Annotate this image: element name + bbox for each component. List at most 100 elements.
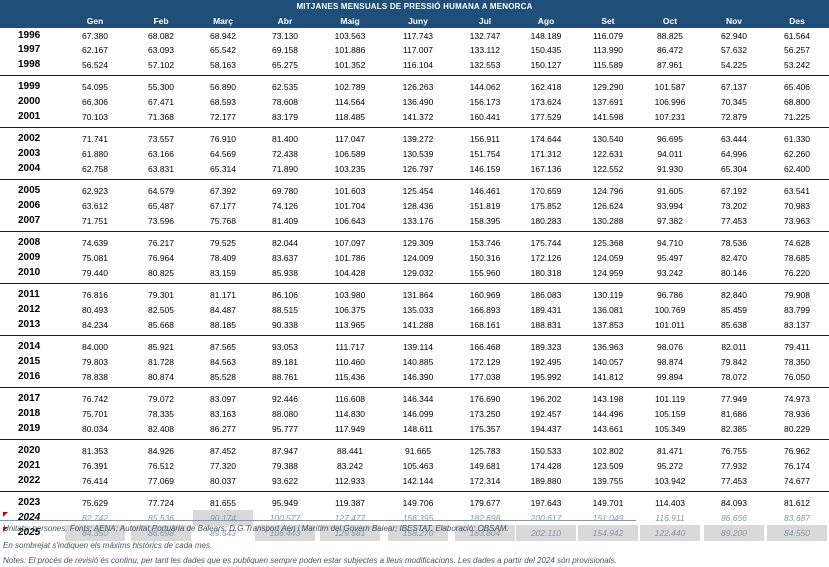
value-cell: 63.831 — [148, 164, 174, 174]
value-cell: 180.318 — [530, 268, 562, 278]
table-row: 2001 70.103 71.368 72.177 83.179 118.485 141.3… — [0, 109, 829, 125]
value-cell: 62.923 — [82, 186, 108, 196]
value-cell: 75.768 — [210, 216, 236, 226]
value-cell: 151.754 — [469, 149, 501, 159]
value-cell: 137.853 — [592, 320, 624, 330]
value-cell: 72.438 — [272, 149, 298, 159]
value-cell: 74.126 — [272, 201, 298, 211]
table-row: 2016 78.838 80.874 85.528 88.761 115.436 146.3… — [0, 369, 829, 385]
table-row: 1999 54.095 55.300 56.890 62.535 102.789 126.2… — [0, 79, 829, 95]
value-cell: 175.357 — [469, 424, 501, 434]
value-cell: 85.638 — [721, 320, 747, 330]
month-header-10: Oct — [662, 16, 678, 26]
value-cell: 141.372 — [402, 112, 434, 122]
value-cell: 155.960 — [469, 268, 501, 278]
value-cell: 101.603 — [334, 186, 366, 196]
value-cell: 151.049 — [592, 513, 624, 523]
value-cell: 57.102 — [148, 60, 174, 70]
value-cell: 162.418 — [530, 82, 562, 92]
value-cell: 129.032 — [402, 268, 434, 278]
value-cell: 84.550 — [767, 525, 827, 541]
value-cell: 139.114 — [402, 342, 434, 352]
value-cell: 202.110 — [516, 525, 576, 541]
value-cell: 56.890 — [210, 82, 236, 92]
value-cell: 76.742 — [82, 394, 108, 404]
value-cell: 91.665 — [405, 446, 431, 456]
table-row: 2017 76.742 79.072 83.097 92.446 116.608 146.3… — [0, 391, 829, 407]
value-cell: 63.166 — [148, 149, 174, 159]
value-cell: 74.628 — [784, 238, 810, 248]
table-row: 2009 75.081 76.964 78.409 83.637 101.786 124.0… — [0, 250, 829, 266]
value-cell: 149.681 — [469, 461, 501, 471]
value-cell: 125.368 — [592, 238, 624, 248]
value-cell: 55.300 — [148, 82, 174, 92]
value-cell: 63.612 — [82, 201, 108, 211]
value-cell: 76.910 — [210, 134, 236, 144]
value-cell: 62.400 — [784, 164, 810, 174]
value-cell: 68.800 — [784, 97, 810, 107]
value-cell: 58.163 — [210, 60, 236, 70]
value-cell: 118.485 — [334, 112, 366, 122]
value-cell: 119.387 — [334, 498, 366, 508]
value-cell: 81.686 — [721, 409, 747, 419]
value-cell: 171.312 — [530, 149, 562, 159]
value-cell: 79.301 — [148, 290, 174, 300]
value-cell: 82.408 — [148, 424, 174, 434]
table-row: 2015 79.803 81.728 84.563 89.181 110.460 140.8… — [0, 354, 829, 370]
value-cell: 126.263 — [402, 82, 434, 92]
value-cell: 117.949 — [334, 424, 366, 434]
value-cell: 62.260 — [784, 149, 810, 159]
value-cell: 76.816 — [82, 290, 108, 300]
value-cell: 130.288 — [592, 216, 624, 226]
value-cell: 65.314 — [210, 164, 236, 174]
value-cell: 177.038 — [469, 372, 501, 382]
month-header-4: Abr — [277, 16, 293, 26]
value-cell: 113.965 — [334, 320, 366, 330]
table-row: 2006 63.612 65.487 67.177 74.126 101.704 128.4… — [0, 198, 829, 214]
value-cell: 113.990 — [592, 45, 624, 55]
value-cell: 100.769 — [654, 305, 686, 315]
year-label: 2000 — [18, 96, 41, 107]
table-title: MITJANES MENSUALS DE PRESSIÓ HUMANA A ME… — [0, 0, 829, 14]
value-cell: 85.921 — [148, 342, 174, 352]
value-cell: 141.288 — [402, 320, 434, 330]
value-cell: 188.831 — [530, 320, 562, 330]
value-cell: 141.598 — [592, 112, 624, 122]
value-cell: 86.277 — [210, 424, 236, 434]
value-cell: 77.320 — [210, 461, 236, 471]
value-cell: 81.353 — [82, 446, 108, 456]
value-cell: 101.352 — [334, 60, 366, 70]
value-cell: 83.137 — [784, 320, 810, 330]
value-cell: 150.316 — [469, 253, 501, 263]
value-cell: 70.983 — [784, 201, 810, 211]
value-cell: 73.963 — [784, 216, 810, 226]
year-label: 2012 — [18, 304, 41, 315]
year-label: 2018 — [18, 408, 41, 419]
value-cell: 69.780 — [272, 186, 298, 196]
table-row: 2014 84.000 85.921 87.565 93.053 111.717 139.1… — [0, 339, 829, 355]
value-cell: 73.596 — [148, 216, 174, 226]
table-sheet: MITJANES MENSUALS DE PRESSIÓ HUMANA A ME… — [0, 0, 829, 567]
value-cell: 135.033 — [402, 305, 434, 315]
value-cell: 195.992 — [530, 372, 562, 382]
value-cell: 160.969 — [469, 290, 501, 300]
value-cell: 122.552 — [592, 164, 624, 174]
month-header-11: Nov — [725, 16, 743, 26]
value-cell: 62.758 — [82, 164, 108, 174]
value-cell: 63.444 — [721, 134, 747, 144]
value-cell: 95.949 — [272, 498, 298, 508]
value-cell: 79.525 — [210, 238, 236, 248]
value-cell: 139.755 — [592, 476, 624, 486]
value-cell: 102.789 — [334, 82, 366, 92]
table-row: 2008 74.639 76.217 79.525 82.044 107.097 129.3… — [0, 235, 829, 251]
group-separator — [0, 283, 829, 284]
year-label: 2003 — [18, 148, 41, 159]
value-cell: 114.403 — [654, 498, 686, 508]
value-cell: 160.441 — [469, 112, 501, 122]
year-label: 2005 — [18, 185, 41, 196]
value-cell: 78.536 — [721, 238, 747, 248]
value-cell: 80.037 — [210, 476, 236, 486]
table-row: 2013 84.234 85.668 88.185 90.338 113.965 141.2… — [0, 317, 829, 333]
value-cell: 172.126 — [530, 253, 562, 263]
year-label: 2011 — [18, 289, 40, 300]
